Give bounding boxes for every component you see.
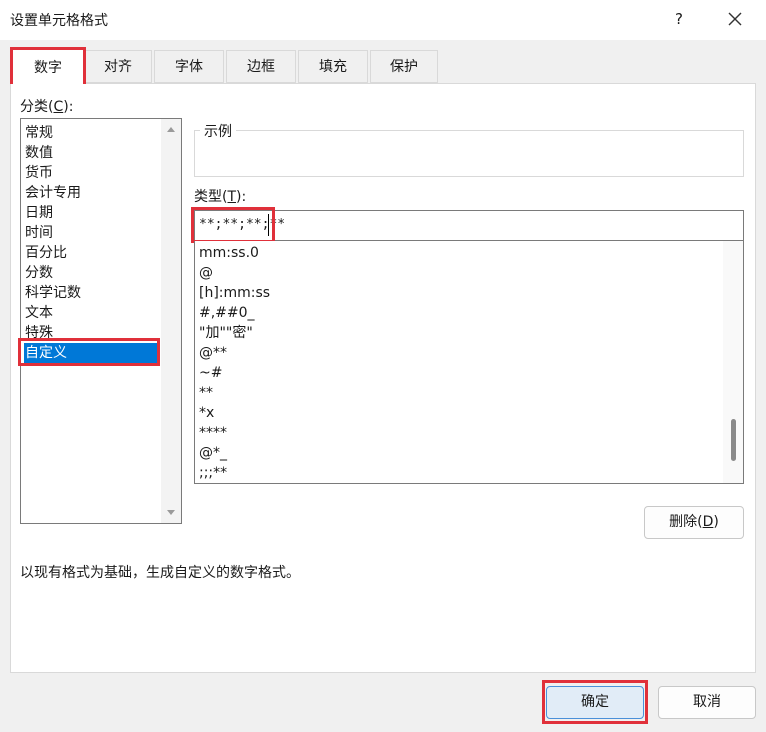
scroll-thumb[interactable] xyxy=(731,419,736,461)
sample-group xyxy=(194,130,744,177)
format-item[interactable]: [h]:mm:ss xyxy=(199,283,270,303)
category-item-number[interactable]: 数值 xyxy=(25,143,159,163)
category-item-general[interactable]: 常规 xyxy=(25,123,159,143)
format-item[interactable]: *x xyxy=(199,403,214,423)
format-item[interactable]: **** xyxy=(199,423,227,443)
cancel-button[interactable]: 取消 xyxy=(658,686,756,719)
category-item-text[interactable]: 文本 xyxy=(25,303,159,323)
format-item[interactable]: mm:ss.0 xyxy=(199,243,259,263)
format-item[interactable]: ~# xyxy=(199,363,222,383)
format-scrollbar[interactable] xyxy=(723,241,743,483)
description-text: 以现有格式为基础，生成自定义的数字格式。 xyxy=(20,565,300,581)
ok-button[interactable]: 确定 xyxy=(546,686,644,719)
close-icon xyxy=(728,12,742,26)
format-item[interactable]: @*_ xyxy=(199,443,227,463)
format-item[interactable]: ** xyxy=(199,383,213,403)
type-input[interactable]: **;**;**;** xyxy=(194,210,744,241)
help-button[interactable]: ? xyxy=(668,6,690,32)
format-item[interactable]: @ xyxy=(199,263,213,283)
delete-button[interactable]: 删除(D) xyxy=(644,506,744,539)
text-caret xyxy=(268,214,269,236)
type-label: 类型(T): xyxy=(194,189,247,205)
tab-protection[interactable]: 保护 xyxy=(370,50,438,83)
category-scrollbar[interactable] xyxy=(161,119,181,523)
tab-fill[interactable]: 填充 xyxy=(298,50,368,83)
format-item[interactable]: #,##0_ xyxy=(199,303,255,323)
dialog-title: 设置单元格格式 xyxy=(10,13,108,29)
format-item[interactable]: "加""密" xyxy=(199,323,253,343)
category-item-date[interactable]: 日期 xyxy=(25,203,159,223)
tab-number[interactable]: 数字 xyxy=(10,47,86,84)
category-item-scientific[interactable]: 科学记数 xyxy=(25,283,159,303)
title-bar: 设置单元格格式 ? xyxy=(0,0,766,40)
format-list[interactable]: mm:ss.0 @ [h]:mm:ss #,##0_ "加""密" @** ~#… xyxy=(194,241,744,484)
category-item-special[interactable]: 特殊 xyxy=(25,323,159,343)
category-item-fraction[interactable]: 分数 xyxy=(25,263,159,283)
category-item-custom[interactable]: 自定义 xyxy=(24,343,160,363)
format-item[interactable]: @** xyxy=(199,343,227,363)
close-button[interactable] xyxy=(722,6,748,32)
category-item-accounting[interactable]: 会计专用 xyxy=(25,183,159,203)
tab-border[interactable]: 边框 xyxy=(226,50,296,83)
category-item-time[interactable]: 时间 xyxy=(25,223,159,243)
tab-font[interactable]: 字体 xyxy=(154,50,224,83)
category-list[interactable]: 常规 数值 货币 会计专用 日期 时间 百分比 分数 科学记数 文本 特殊 自定… xyxy=(20,118,182,524)
scroll-up-icon[interactable] xyxy=(167,127,175,132)
category-item-percentage[interactable]: 百分比 xyxy=(25,243,159,263)
scroll-down-icon[interactable] xyxy=(167,510,175,515)
category-label: 分类(C): xyxy=(20,99,74,115)
format-item[interactable]: ;;;** xyxy=(199,463,227,483)
sample-label: 示例 xyxy=(200,121,236,141)
category-item-currency[interactable]: 货币 xyxy=(25,163,159,183)
tab-alignment[interactable]: 对齐 xyxy=(84,50,152,83)
